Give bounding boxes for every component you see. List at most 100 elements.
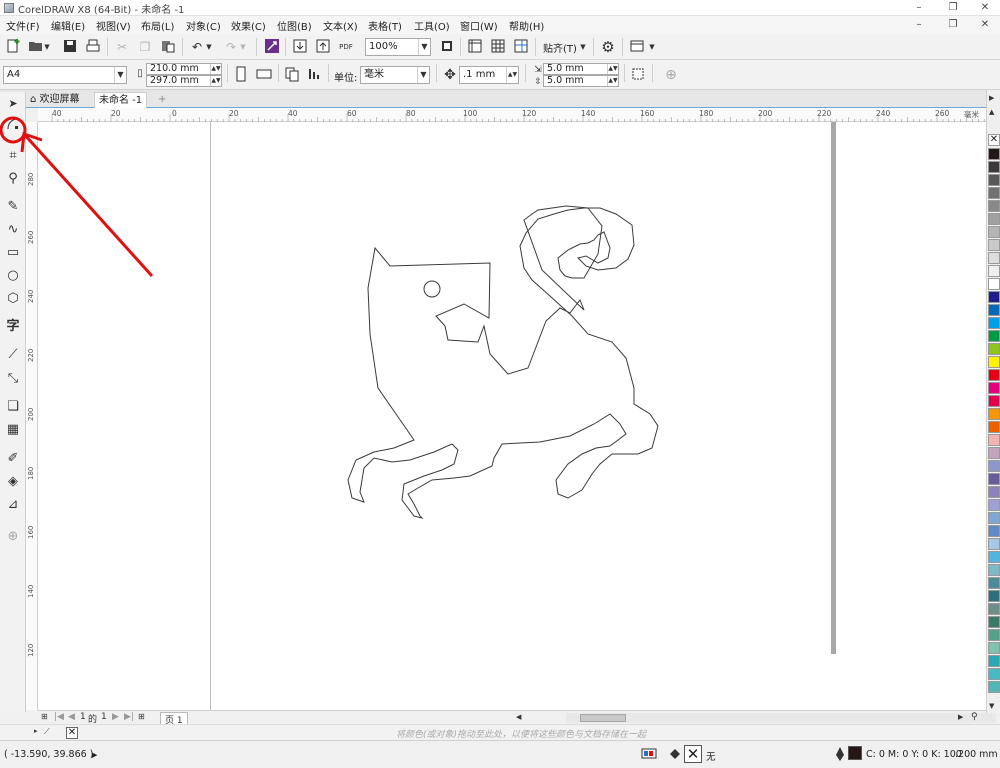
drop-shadow-tool-icon[interactable]: ❏ — [3, 397, 23, 417]
undo-dropdown-icon[interactable]: ▼ — [204, 38, 214, 56]
units-combo[interactable]: 毫米 ▼ — [360, 66, 430, 84]
palette-scroll-up-icon[interactable]: ▲ — [989, 108, 994, 116]
add-tab-button[interactable]: + — [154, 92, 170, 108]
copy-icon[interactable]: ❐ — [136, 38, 154, 56]
palette-swatch[interactable] — [988, 681, 1000, 693]
palette-scroll-down-icon[interactable]: ▼ — [989, 702, 994, 710]
palette-swatch[interactable] — [988, 590, 1000, 602]
menu-help[interactable]: 帮助(H) — [509, 18, 544, 33]
eyedropper-icon[interactable]: ⟋ — [44, 727, 50, 737]
add-page-icon[interactable]: ⊞ — [138, 712, 145, 721]
palette-swatch[interactable] — [988, 252, 1000, 264]
palette-swatch[interactable] — [988, 642, 1000, 654]
page-end-icon[interactable]: ▶| — [124, 712, 134, 722]
palette-swatch[interactable] — [988, 629, 1000, 641]
color-eyedropper-tool-icon[interactable]: ✐ — [3, 449, 23, 469]
parallel-dimension-tool-icon[interactable]: ⟋ — [3, 345, 23, 365]
doc-restore-button[interactable]: ❐ — [940, 17, 966, 33]
palette-swatch[interactable] — [988, 421, 1000, 433]
close-button[interactable]: ✕ — [972, 0, 998, 15]
options-gear-icon[interactable]: ⚙ — [599, 38, 617, 56]
palette-swatch[interactable] — [988, 655, 1000, 667]
palette-swatch[interactable] — [988, 460, 1000, 472]
paste-icon[interactable] — [159, 38, 177, 56]
crop-tool-icon[interactable]: ⌗ — [3, 146, 23, 166]
application-launcher-icon[interactable] — [628, 38, 646, 56]
export-icon[interactable] — [314, 38, 332, 56]
page-size-combo[interactable]: A4 ▼ — [3, 66, 127, 84]
palette-swatch[interactable] — [988, 447, 1000, 459]
palette-swatch[interactable] — [988, 564, 1000, 576]
freehand-tool-icon[interactable]: ✎ — [3, 197, 23, 217]
pick-tool-icon[interactable]: ➤ — [3, 94, 23, 114]
zoom-to-page-icon[interactable] — [438, 38, 456, 56]
zoom-level-combo[interactable]: 100% ▼ — [365, 38, 431, 56]
add-plus-icon[interactable]: ⊕ — [662, 66, 680, 84]
show-guidelines-icon[interactable] — [512, 38, 530, 56]
transparency-tool-icon[interactable]: ▦ — [3, 420, 23, 440]
scrollbar-thumb[interactable] — [580, 714, 626, 722]
palette-swatch[interactable] — [988, 616, 1000, 628]
menu-view[interactable]: 视图(V) — [96, 18, 131, 33]
redo-dropdown-icon[interactable]: ▼ — [238, 38, 248, 56]
connector-tool-icon[interactable]: ⤡ — [3, 369, 23, 389]
menu-bitmaps[interactable]: 位图(B) — [277, 18, 312, 33]
menu-table[interactable]: 表格(T) — [368, 18, 402, 33]
palette-swatch[interactable] — [988, 291, 1000, 303]
rectangle-tool-icon[interactable]: ▭ — [3, 243, 23, 263]
interactive-fill-tool-icon[interactable]: ◈ — [3, 472, 23, 492]
palette-swatch[interactable] — [988, 486, 1000, 498]
palette-swatch[interactable] — [988, 577, 1000, 589]
tab-welcome-screen[interactable]: ⌂ 欢迎屏幕 — [26, 92, 84, 108]
palette-swatch[interactable] — [988, 226, 1000, 238]
palette-swatch[interactable] — [988, 356, 1000, 368]
doc-close-button[interactable]: ✕ — [972, 17, 998, 33]
dog-body-outline[interactable] — [347, 205, 659, 519]
cut-icon[interactable]: ✂ — [113, 38, 131, 56]
text-tool-icon[interactable]: 字 — [3, 317, 23, 337]
palette-swatch[interactable] — [988, 200, 1000, 212]
palette-swatch[interactable] — [988, 265, 1000, 277]
palette-scroll-up-icon[interactable]: ▶ — [989, 94, 994, 102]
snap-to-label[interactable]: 贴齐(T) — [543, 40, 577, 55]
palette-swatch[interactable] — [988, 538, 1000, 550]
palette-swatch[interactable] — [988, 174, 1000, 186]
palette-swatch[interactable] — [988, 213, 1000, 225]
menu-effects[interactable]: 效果(C) — [231, 18, 266, 33]
palette-swatch[interactable] — [988, 395, 1000, 407]
spin-arrows-icon[interactable]: ▲▼ — [506, 67, 518, 83]
show-rulers-icon[interactable] — [466, 38, 484, 56]
palette-swatch[interactable] — [988, 408, 1000, 420]
page-start-icon[interactable]: |◀ — [54, 712, 64, 722]
chevron-down-icon[interactable]: ▼ — [114, 67, 126, 83]
palette-swatch[interactable] — [988, 434, 1000, 446]
duplicate-distance-x-field[interactable]: 5.0 mm ▲▼ — [543, 63, 619, 75]
palette-swatch[interactable] — [988, 317, 1000, 329]
palette-swatch[interactable] — [988, 304, 1000, 316]
palette-swatch[interactable] — [988, 668, 1000, 680]
menu-layout[interactable]: 布局(L) — [141, 18, 174, 33]
doc-minimize-button[interactable]: – — [906, 17, 932, 33]
menu-object[interactable]: 对象(C) — [186, 18, 221, 33]
smart-fill-tool-icon[interactable]: ⊿ — [3, 495, 23, 515]
palette-swatch[interactable] — [988, 551, 1000, 563]
palette-swatch[interactable] — [988, 187, 1000, 199]
current-page-icon[interactable] — [306, 66, 324, 84]
search-content-icon[interactable] — [263, 38, 281, 56]
print-icon[interactable] — [84, 38, 102, 56]
open-dropdown-icon[interactable]: ▼ — [42, 38, 52, 56]
treat-as-filled-icon[interactable] — [629, 66, 647, 84]
menu-tools[interactable]: 工具(O) — [414, 18, 450, 33]
new-document-icon[interactable] — [4, 38, 22, 56]
page-first-icon[interactable]: ⊞ — [41, 712, 48, 721]
save-icon[interactable] — [61, 38, 79, 56]
palette-swatch[interactable] — [988, 148, 1000, 160]
spin-arrows-icon[interactable]: ▲▼ — [210, 64, 221, 74]
launcher-dropdown-icon[interactable]: ▼ — [647, 38, 657, 56]
zoom-tool-icon[interactable]: ⚲ — [3, 169, 23, 189]
page-next-icon[interactable]: ▶ — [112, 712, 119, 722]
no-fill-icon[interactable]: ✕ — [684, 745, 702, 763]
palette-swatch[interactable] — [988, 525, 1000, 537]
spin-arrows-icon[interactable]: ▲▼ — [607, 64, 618, 74]
page-height-field[interactable]: 297.0 mm ▲▼ — [146, 75, 222, 87]
